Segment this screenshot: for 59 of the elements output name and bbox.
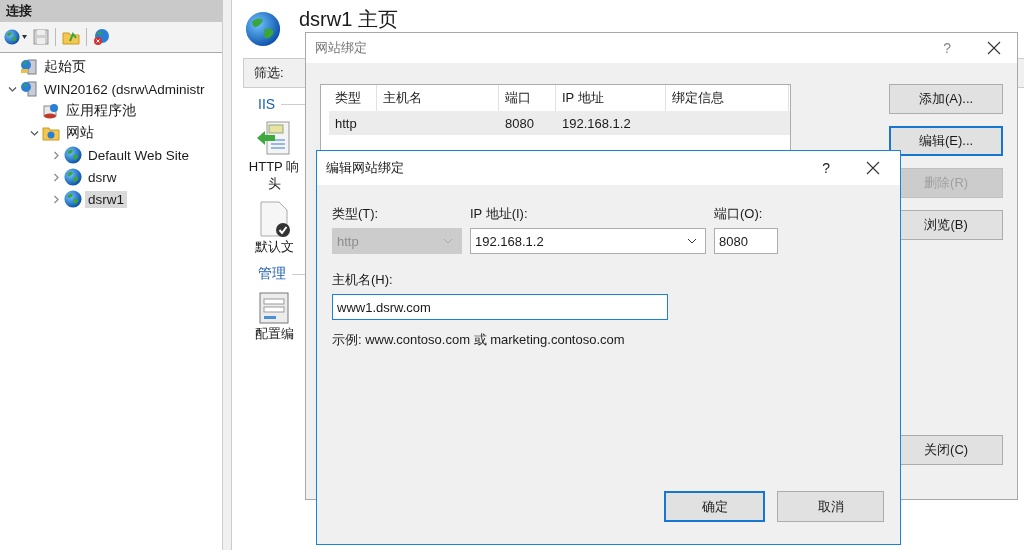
form-document-icon bbox=[257, 291, 291, 325]
example-text: 示例: www.contoso.com 或 marketing.contoso.com bbox=[332, 331, 625, 349]
table-cell-text: 8080 bbox=[504, 114, 535, 133]
tree-item[interactable]: dsrw1 bbox=[85, 190, 127, 208]
globe-disconnect-icon[interactable] bbox=[93, 28, 111, 46]
dialog-button[interactable]: 确定 bbox=[664, 491, 765, 522]
folder-globe-icon bbox=[42, 125, 60, 141]
group-title: IIS bbox=[258, 96, 276, 112]
globe-icon bbox=[64, 146, 82, 164]
close-icon[interactable] bbox=[987, 41, 1001, 55]
close-icon[interactable] bbox=[866, 161, 880, 175]
tree-item[interactable]: WIN20162 (dsrw\Administr bbox=[41, 80, 208, 98]
feature-label[interactable]: 默认文 bbox=[254, 238, 294, 255]
dropdown-caret-icon[interactable] bbox=[22, 35, 27, 39]
tree-item[interactable]: 网站 bbox=[63, 123, 97, 143]
expand-chevron-icon[interactable] bbox=[52, 194, 61, 204]
expand-chevron-icon[interactable] bbox=[52, 150, 61, 160]
port-field[interactable]: 8080 bbox=[714, 228, 778, 254]
panel-header: 连接 bbox=[0, 0, 222, 22]
tree-item[interactable]: dsrw bbox=[85, 168, 120, 186]
table-row[interactable]: http 8080 192.168.1.2 bbox=[329, 111, 791, 135]
tree-item[interactable]: Default Web Site bbox=[85, 146, 193, 164]
dialog-button[interactable]: 添加(A)... bbox=[889, 84, 1003, 114]
dialog-button[interactable]: 取消 bbox=[777, 491, 884, 522]
dialog-title: 网站绑定 bbox=[315, 39, 368, 57]
dialog-title: 编辑网站绑定 bbox=[326, 159, 405, 177]
table-cell-text: http bbox=[334, 114, 358, 133]
app-pool-icon bbox=[42, 103, 60, 119]
document-arrow-icon bbox=[255, 120, 293, 158]
tree-item[interactable]: 应用程序池 bbox=[63, 101, 139, 121]
globe-icon bbox=[64, 190, 82, 208]
globe-icon bbox=[245, 11, 281, 47]
feature-label[interactable]: 头 bbox=[267, 175, 281, 192]
field-label: 类型(T): bbox=[332, 205, 380, 223]
feature-label[interactable]: 配置编 bbox=[254, 325, 294, 342]
field-label: IP 地址(I): bbox=[470, 205, 529, 223]
help-button[interactable]: ? bbox=[822, 160, 830, 176]
chevron-down-icon bbox=[687, 238, 697, 244]
tree-item[interactable]: 起始页 bbox=[41, 57, 89, 77]
server-globe-icon bbox=[20, 59, 38, 75]
feature-label[interactable]: HTTP 响 bbox=[248, 158, 300, 175]
globe-icon bbox=[64, 168, 82, 186]
folder-up-icon[interactable] bbox=[62, 29, 80, 45]
chevron-down-icon bbox=[443, 238, 453, 244]
globe-icon bbox=[4, 29, 20, 45]
collapse-chevron-icon[interactable] bbox=[30, 128, 39, 138]
dialog-button[interactable]: 编辑(E)... bbox=[889, 126, 1003, 156]
field-label: 端口(O): bbox=[714, 205, 764, 223]
host-name-field[interactable]: www1.dsrw.com bbox=[332, 294, 668, 320]
server-globe-icon bbox=[20, 81, 38, 97]
field-label: 主机名(H): bbox=[332, 271, 393, 289]
page-title: dsrw1 主页 bbox=[299, 8, 398, 30]
filter-label: 筛选: bbox=[254, 64, 284, 82]
collapse-chevron-icon[interactable] bbox=[8, 84, 17, 94]
ip-address-dropdown[interactable]: 192.168.1.2 bbox=[470, 228, 706, 254]
help-button[interactable]: ? bbox=[943, 40, 951, 56]
group-title: 管理 bbox=[258, 265, 286, 283]
table-cell-text: 192.168.1.2 bbox=[561, 114, 632, 133]
expand-chevron-icon[interactable] bbox=[52, 172, 61, 182]
